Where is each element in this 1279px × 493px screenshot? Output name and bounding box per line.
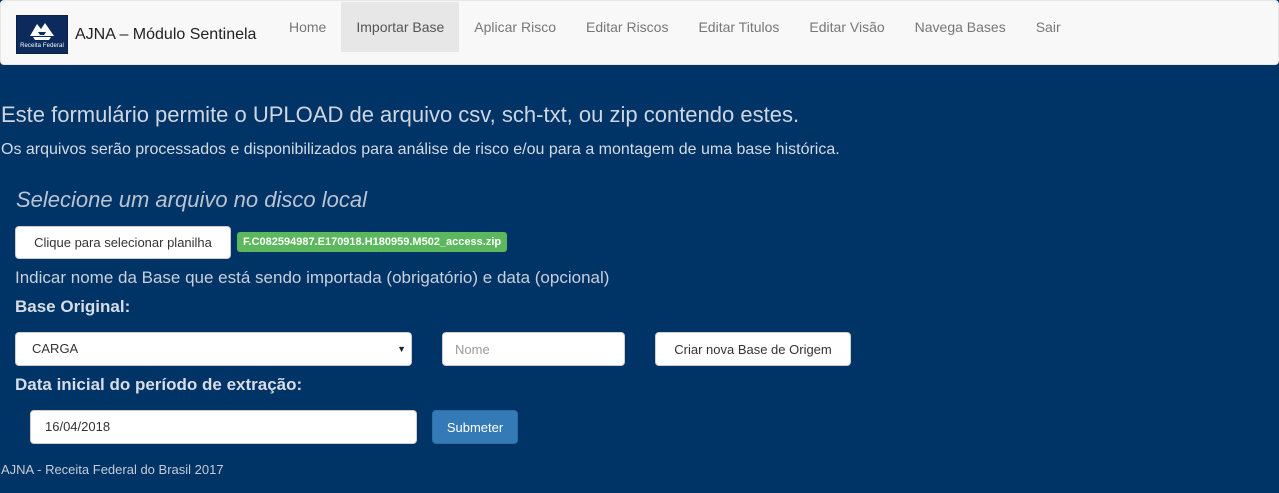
submit-button[interactable]: Submeter <box>432 410 518 444</box>
create-base-button[interactable]: Criar nova Base de Origem <box>655 332 851 366</box>
logo-text: Receita Federal <box>20 43 64 49</box>
lion-emblem-icon <box>30 23 54 40</box>
nav-editar-visao[interactable]: Editar Visão <box>794 2 899 52</box>
receita-federal-logo: Receita Federal <box>16 15 68 54</box>
nav-sair[interactable]: Sair <box>1021 2 1076 52</box>
caret-down-icon: ▼ <box>397 344 406 354</box>
upload-section-title: Selecione um arquivo no disco local <box>16 187 367 212</box>
main-nav: Home Importar Base Aplicar Risco Editar … <box>274 2 1076 52</box>
nav-editar-titulos[interactable]: Editar Titulos <box>683 2 794 52</box>
footer-text: AJNA - Receita Federal do Brasil 2017 <box>1 462 224 477</box>
app-title: AJNA – Módulo Sentinela <box>75 25 257 43</box>
top-navbar: Receita Federal AJNA – Módulo Sentinela … <box>0 0 1279 65</box>
base-original-select[interactable]: CARGA ▼ <box>15 332 412 366</box>
nav-aplicar-risco[interactable]: Aplicar Risco <box>459 2 571 52</box>
selected-file-badge: F.C082594987.E170918.H180959.M502_access… <box>237 232 508 252</box>
nav-importar-base[interactable]: Importar Base <box>341 2 460 52</box>
select-file-button[interactable]: Clique para selecionar planilha <box>15 226 231 259</box>
base-select-value: CARGA <box>32 341 79 356</box>
nav-home[interactable]: Home <box>274 2 341 52</box>
nav-navega-bases[interactable]: Navega Bases <box>900 2 1021 52</box>
nav-editar-riscos[interactable]: Editar Riscos <box>571 2 683 52</box>
page-sublead-text: Os arquivos serão processados e disponib… <box>1 141 840 158</box>
base-hint-text: Indicar nome da Base que está sendo impo… <box>15 268 610 287</box>
date-input[interactable]: 16/04/2018 <box>30 410 417 444</box>
page-lead-text: Este formulário permite o UPLOAD de arqu… <box>1 102 800 127</box>
date-label: Data inicial do período de extração: <box>15 375 303 394</box>
base-name-input[interactable] <box>442 332 625 366</box>
navbar-brand[interactable]: Receita Federal AJNA – Módulo Sentinela <box>16 15 256 54</box>
base-original-label: Base Original: <box>15 297 131 316</box>
